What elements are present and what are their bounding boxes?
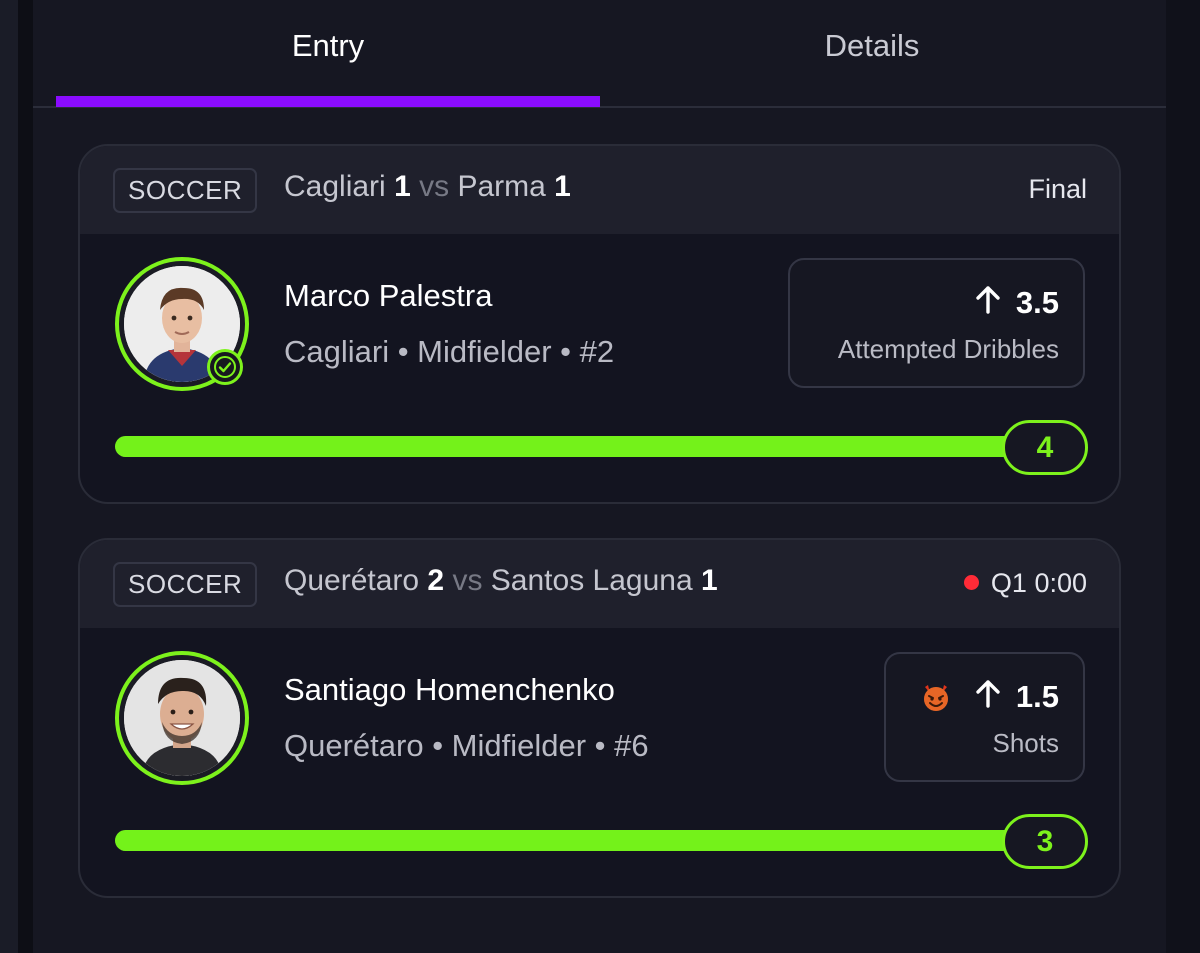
live-dot-icon — [963, 575, 979, 590]
matchup: Cagliari 1 vs Parma 1 — [284, 170, 571, 204]
progress-fill — [115, 830, 1015, 851]
player-name: Marco Palestra — [284, 278, 493, 313]
home-score: 1 — [394, 170, 411, 203]
right-edge — [1166, 0, 1200, 953]
active-tab-indicator — [56, 96, 600, 107]
sport-badge: SOCCER — [113, 562, 258, 607]
tab-details[interactable]: Details — [600, 28, 1144, 64]
pick-line-box[interactable]: 1.5 Shots — [884, 652, 1085, 782]
home-team: Cagliari — [284, 170, 386, 203]
tab-entry[interactable]: Entry — [56, 28, 600, 64]
vs-label: vs — [419, 170, 450, 203]
devil-emoji-icon — [920, 681, 952, 713]
vs-label: vs — [452, 564, 483, 597]
game-status: Q1 0:00 — [963, 568, 1087, 599]
arrow-up-icon — [974, 284, 1002, 322]
stat-label: Shots — [992, 728, 1060, 758]
card-header: SOCCER Querétaro 2 vs Santos Laguna 1 Q1… — [80, 540, 1119, 628]
stat-label: Attempted Dribbles — [837, 334, 1059, 364]
pick-card[interactable]: SOCCER Querétaro 2 vs Santos Laguna 1 Q1… — [78, 538, 1121, 898]
arrow-up-icon — [974, 678, 1002, 716]
away-team: Parma — [457, 170, 546, 203]
sport-badge: SOCCER — [113, 168, 258, 213]
away-score: 1 — [554, 170, 571, 203]
progress-fill — [115, 436, 1015, 457]
game-status: Final — [1028, 174, 1087, 205]
status-text: Q1 0:00 — [990, 568, 1087, 598]
tab-bar: Entry Details — [33, 0, 1166, 108]
progress-value: 3 — [1002, 814, 1088, 869]
player-meta: Cagliari • Midfielder • #2 — [284, 334, 615, 369]
progress-track — [115, 436, 1015, 457]
player-photo — [124, 660, 240, 776]
pick-line: 1.5 — [920, 678, 1059, 716]
player-avatar[interactable] — [115, 651, 249, 785]
line-value: 1.5 — [1015, 679, 1059, 714]
entry-panel: Entry Details SOCCER Cagliari 1 vs Parma… — [33, 0, 1166, 953]
away-team: Santos Laguna — [490, 564, 693, 597]
pick-card[interactable]: SOCCER Cagliari 1 vs Parma 1 Final Marco… — [78, 144, 1121, 504]
app-frame: Entry Details SOCCER Cagliari 1 vs Parma… — [0, 0, 1200, 953]
pick-line-box[interactable]: 3.5 Attempted Dribbles — [788, 258, 1085, 388]
pick-line: 3.5 — [974, 284, 1059, 322]
home-team: Querétaro — [284, 564, 420, 597]
verified-check-icon — [207, 349, 243, 385]
player-meta: Querétaro • Midfielder • #6 — [284, 728, 649, 763]
home-score: 2 — [427, 564, 445, 597]
progress-value: 4 — [1002, 420, 1088, 475]
card-header: SOCCER Cagliari 1 vs Parma 1 Final — [80, 146, 1119, 234]
matchup: Querétaro 2 vs Santos Laguna 1 — [284, 564, 718, 598]
player-name: Santiago Homenchenko — [284, 672, 615, 707]
status-text: Final — [1028, 174, 1087, 204]
player-avatar[interactable] — [115, 257, 249, 391]
left-edge — [0, 0, 18, 953]
progress-track — [115, 830, 1015, 851]
away-score: 1 — [700, 564, 718, 597]
line-value: 3.5 — [1015, 285, 1059, 320]
